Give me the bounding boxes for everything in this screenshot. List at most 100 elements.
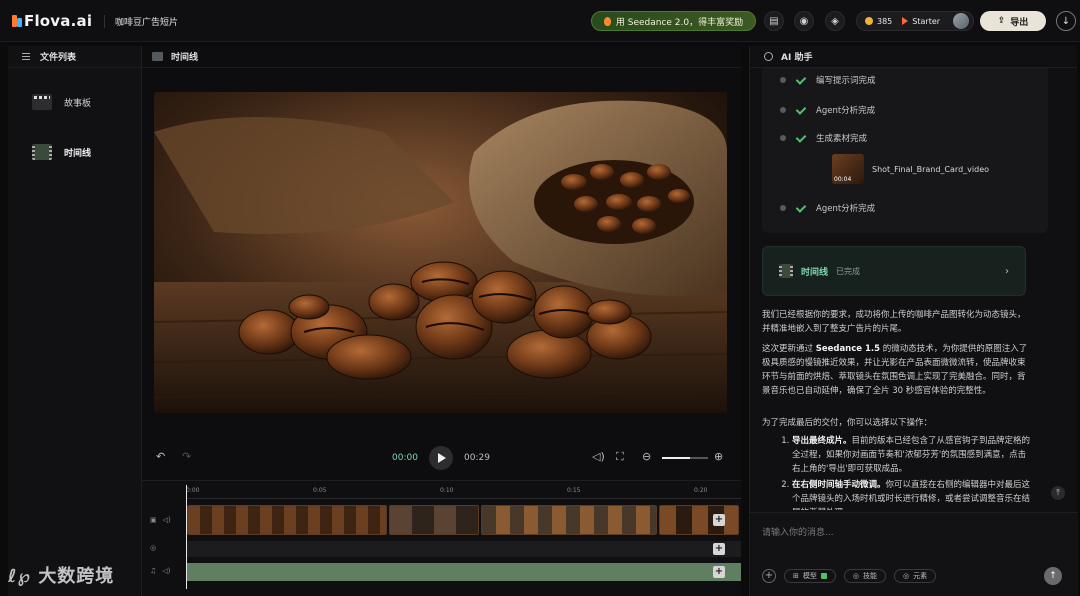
ai-assistant-title: AI 助手 bbox=[781, 53, 813, 63]
timeline-header: 时间线 bbox=[142, 46, 741, 68]
file-list-title: 文件列表 bbox=[40, 53, 77, 63]
timeline-workspace: 时间线 ↶ ↷ 00:00 00:29 ◁) ⛶ ⊖ ⊕ 0:00 0:05 0… bbox=[142, 46, 741, 596]
option-adjust: 在右侧时间轴手动微调。你可以直接在右侧的编辑器中对最后这个品牌镜头的入场时机或时… bbox=[792, 478, 1032, 510]
watermark: ℓ℘ 大数跨境 bbox=[8, 566, 115, 587]
option-export-title: 导出最终成片。 bbox=[792, 436, 852, 446]
overlay-track[interactable] bbox=[187, 541, 741, 557]
credits-badge[interactable]: 385 Starter bbox=[856, 11, 974, 31]
current-time: 00:00 bbox=[392, 453, 418, 463]
step-label: Agent分析完成 bbox=[816, 106, 876, 116]
book-icon[interactable]: ▤ bbox=[764, 11, 784, 31]
redo-icon[interactable]: ↷ bbox=[182, 450, 191, 463]
logo[interactable]: Flova.ai bbox=[12, 12, 92, 30]
timeline-card-title: 时间线 bbox=[801, 267, 829, 278]
check-icon bbox=[796, 133, 806, 143]
add-attachment-icon[interactable]: + bbox=[762, 569, 776, 583]
zoom-out-icon[interactable]: ⊖ bbox=[642, 450, 651, 463]
chevron-right-icon: › bbox=[1005, 265, 1009, 277]
nav-label-timeline: 时间线 bbox=[64, 148, 92, 159]
audio-mute-icon[interactable]: ◁) bbox=[162, 567, 170, 575]
check-icon bbox=[796, 75, 806, 85]
file-list-panel: 文件列表 故事板 时间线 bbox=[8, 46, 142, 596]
playback-controls: ↶ ↷ 00:00 00:29 ◁) ⛶ ⊖ ⊕ bbox=[142, 446, 741, 470]
clapperboard-icon bbox=[32, 94, 52, 110]
elements-chip[interactable]: ◎ 元素 bbox=[893, 569, 937, 583]
step-item: 编写提示词完成 bbox=[780, 74, 876, 86]
elements-icon: ◎ bbox=[902, 572, 910, 580]
model-status-icon bbox=[820, 573, 827, 579]
plan-icon bbox=[902, 17, 909, 25]
check-icon bbox=[796, 105, 806, 115]
fullscreen-icon[interactable]: ⛶ bbox=[616, 450, 624, 464]
timeline-tracks: 0:00 0:05 0:10 0:15 0:20 ▣ ◁) + ◎ + ♫ ◁)… bbox=[142, 480, 741, 596]
zoom-in-icon[interactable]: ⊕ bbox=[714, 450, 723, 463]
video-track bbox=[187, 505, 741, 535]
download-icon[interactable]: ↓ bbox=[1056, 11, 1076, 31]
list-icon bbox=[22, 53, 30, 60]
film-strip-icon bbox=[779, 264, 793, 278]
chat-input-area: 请输入你的消息... + ⊞ 模型 ◎ 技能 ◎ 元素 ↑ bbox=[750, 512, 1078, 596]
eye-icon[interactable]: ◎ bbox=[150, 544, 156, 552]
chat-input[interactable]: 请输入你的消息... bbox=[762, 525, 834, 538]
ai-icon bbox=[764, 52, 773, 61]
video-clip[interactable] bbox=[481, 505, 657, 535]
logo-text: Flova.ai bbox=[24, 12, 93, 30]
time-ruler[interactable]: 0:00 0:05 0:10 0:15 0:20 bbox=[186, 485, 741, 499]
skills-icon: ◎ bbox=[852, 572, 859, 580]
project-title[interactable]: 咖啡豆广告短片 bbox=[104, 15, 178, 28]
assistant-message-p1: 我们已经根据你的要求，成功将你上传的咖啡产品图转化为动态镜头，并精准地嵌入到了整… bbox=[762, 310, 1026, 334]
film-strip-icon bbox=[32, 144, 52, 160]
upload-icon: ⇪ bbox=[997, 16, 1006, 26]
audio-track[interactable] bbox=[187, 563, 741, 581]
mute-icon[interactable]: ◁) bbox=[163, 516, 171, 524]
video-preview[interactable] bbox=[154, 92, 727, 413]
timeline-title: 时间线 bbox=[171, 53, 199, 63]
skills-chip[interactable]: ◎ 技能 bbox=[843, 569, 886, 583]
play-button[interactable] bbox=[429, 446, 453, 470]
step-label: 编写提示词完成 bbox=[816, 76, 876, 86]
zoom-slider[interactable] bbox=[662, 457, 708, 459]
film-icon bbox=[152, 52, 163, 61]
check-icon bbox=[796, 203, 806, 213]
add-overlay-button[interactable]: + bbox=[713, 543, 725, 555]
step-dot bbox=[780, 205, 786, 211]
logo-icon bbox=[12, 15, 22, 27]
skills-chip-label: 技能 bbox=[862, 572, 877, 580]
step-item: Agent分析完成 bbox=[780, 104, 875, 116]
send-icon[interactable]: ↑ bbox=[1044, 567, 1062, 585]
assistant-message-p2: 这次更新通过 Seedance 1.5 的微动态技术，为你提供的原图注入了极具质… bbox=[762, 342, 1032, 398]
video-clip[interactable] bbox=[389, 505, 479, 535]
undo-icon[interactable]: ↶ bbox=[156, 450, 165, 463]
discord-icon[interactable]: ◈ bbox=[825, 11, 845, 31]
nav-item-timeline[interactable]: 时间线 bbox=[32, 144, 91, 160]
timeline-card-status: 已完成 bbox=[836, 266, 861, 276]
asset-thumbnail: 00:04 bbox=[832, 154, 864, 184]
credits-count: 385 bbox=[877, 16, 893, 26]
asset-name: Shot_Final_Brand_Card_video bbox=[872, 164, 990, 174]
step-dot bbox=[780, 77, 786, 83]
avatar[interactable] bbox=[953, 13, 969, 29]
video-clip[interactable] bbox=[187, 505, 387, 535]
volume-icon[interactable]: ◁) bbox=[592, 450, 605, 463]
wechat-icon[interactable]: ◉ bbox=[794, 11, 814, 31]
video-clip[interactable] bbox=[659, 505, 739, 535]
model-chip[interactable]: ⊞ 模型 bbox=[784, 569, 836, 583]
timeline-result-card[interactable]: 时间线 已完成 › bbox=[762, 246, 1026, 296]
p2-bold: Seedance 1.5 bbox=[815, 344, 881, 354]
nav-item-storyboard[interactable]: 故事板 bbox=[32, 94, 91, 110]
plan-label: Starter bbox=[912, 16, 941, 26]
playhead[interactable] bbox=[186, 485, 187, 589]
step-dot bbox=[780, 107, 786, 113]
promo-banner[interactable]: 用 Seedance 2.0，得丰富奖励 bbox=[591, 11, 756, 31]
grid-icon: ⊞ bbox=[793, 572, 799, 580]
add-video-clip-button[interactable]: + bbox=[713, 514, 725, 526]
play-icon bbox=[438, 453, 446, 463]
video-track-icon[interactable]: ▣ bbox=[150, 516, 157, 524]
scroll-top-icon[interactable]: ⤒ bbox=[1051, 486, 1065, 500]
export-button[interactable]: ⇪ 导出 bbox=[980, 11, 1046, 31]
music-note-icon[interactable]: ♫ bbox=[150, 567, 156, 575]
add-audio-button[interactable]: + bbox=[713, 566, 725, 578]
assistant-message-p3: 为了完成最后的交付，你可以选择以下操作： bbox=[762, 418, 933, 428]
generated-asset[interactable]: 00:04 Shot_Final_Brand_Card_video bbox=[832, 154, 989, 184]
step-item: Agent分析完成 bbox=[780, 202, 875, 214]
